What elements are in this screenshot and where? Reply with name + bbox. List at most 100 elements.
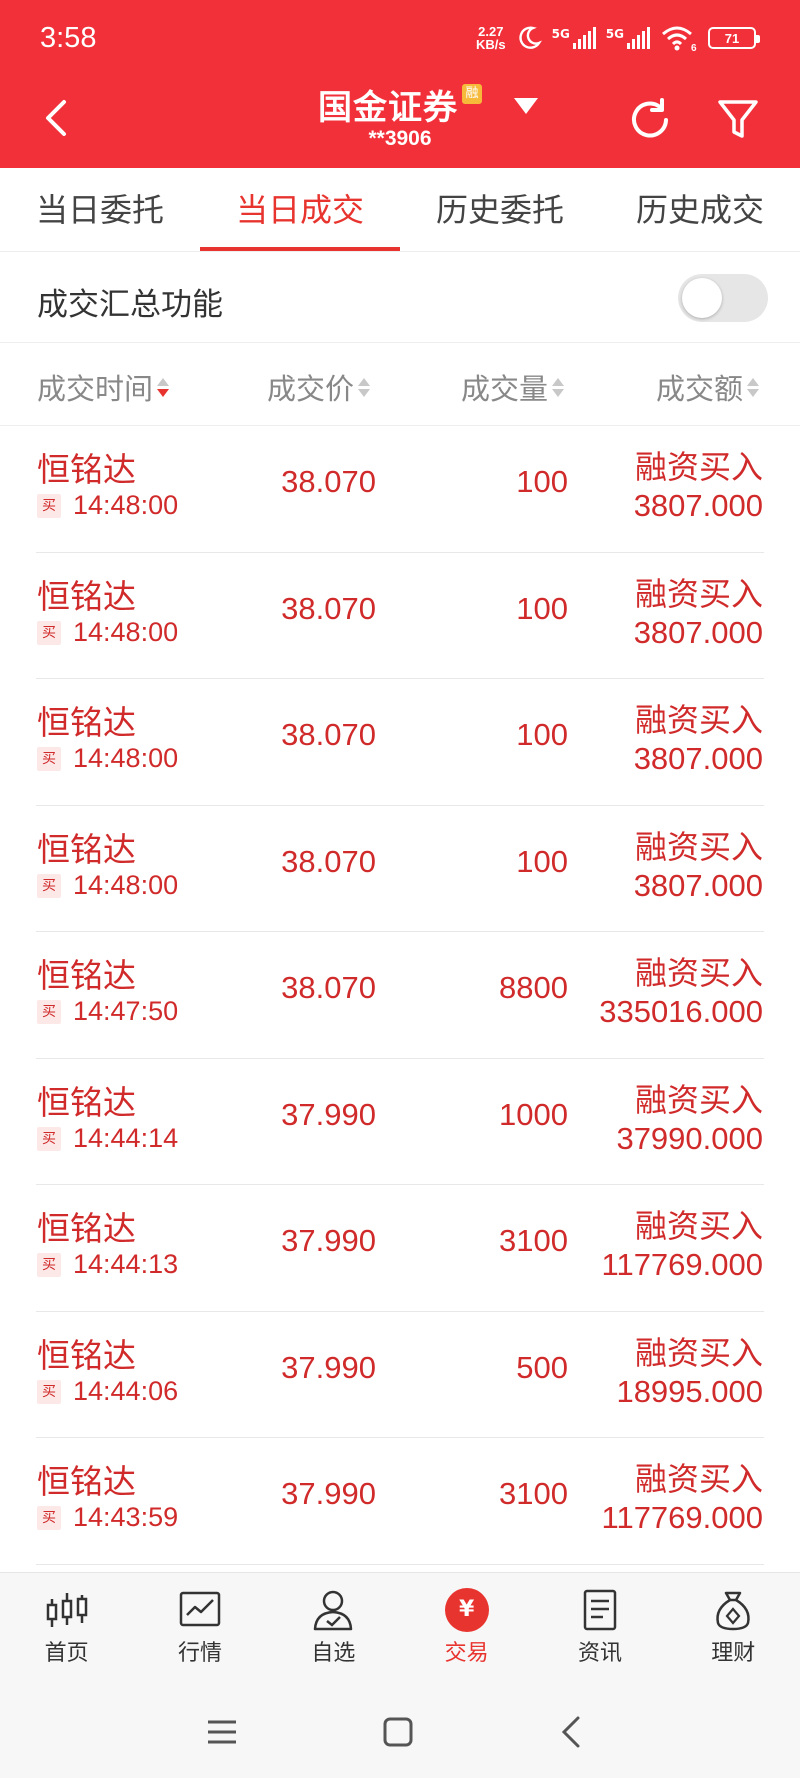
trade-amount: 3807.000: [633, 614, 763, 650]
nav-wealth[interactable]: 理财: [667, 1573, 800, 1682]
trade-type: 融资买入: [634, 574, 763, 613]
trade-qty: 100: [516, 590, 568, 626]
nav-home[interactable]: 首页: [0, 1573, 133, 1682]
trade-time: 14:43:59: [73, 1502, 179, 1532]
trade-qty: 100: [516, 843, 568, 879]
stock-name: 恒铭达: [37, 1335, 136, 1375]
stock-name: 恒铭达: [37, 450, 136, 489]
side-badge: 买: [37, 1379, 61, 1404]
trade-time: 14:44:14: [73, 1122, 179, 1153]
dropdown-caret-icon[interactable]: [514, 98, 538, 114]
col-trade-amount[interactable]: 成交额: [656, 366, 760, 408]
trade-type: 融资买入: [634, 1333, 763, 1372]
trade-time: 14:44:13: [73, 1249, 179, 1279]
trade-time: 14:48:00: [73, 869, 179, 900]
nav-trade-label: 交易: [444, 1641, 489, 1666]
table-row[interactable]: 恒铭达 买 14:44:14 37.990 1000 融资买入 37990.00…: [0, 1059, 800, 1186]
col-trade-time[interactable]: 成交时间: [37, 366, 170, 408]
trend-chart-icon: [179, 1591, 221, 1627]
refresh-icon[interactable]: [626, 96, 674, 144]
trade-type: 融资买入: [634, 448, 763, 486]
table-row[interactable]: 恒铭达 买 14:44:13 37.990 3100 融资买入 117769.0…: [0, 1185, 800, 1312]
trade-amount: 3807.000: [633, 867, 763, 903]
trade-time: 14:47:50: [73, 996, 179, 1026]
trade-type: 融资买入: [634, 701, 763, 739]
tab-bar: 当日委托 当日成交 历史委托 历史成交: [0, 168, 800, 252]
account-number: **3906: [368, 127, 432, 150]
net-speed-unit: KB/s: [475, 37, 506, 52]
sim1-label: 5G: [551, 27, 570, 41]
person-check-icon: [314, 1590, 353, 1631]
trade-price: 37.990: [281, 1476, 376, 1511]
tab-history-orders[interactable]: 历史委托: [400, 168, 600, 251]
trade-amount: 117769.000: [601, 1500, 763, 1535]
table-row[interactable]: 恒铭达 买 14:47:50 38.070 8800 融资买入 335016.0…: [0, 932, 800, 1059]
trade-type: 融资买入: [634, 1207, 763, 1245]
trade-price: 38.070: [281, 717, 376, 752]
nav-market[interactable]: 行情: [133, 1573, 266, 1682]
status-icons: 2.27 KB/s 5G 5G 6 71: [476, 24, 760, 52]
trade-type: 融资买入: [634, 1080, 763, 1119]
trade-price: 37.990: [281, 1349, 376, 1385]
table-row[interactable]: 恒铭达 买 14:43:59 37.990 3100 融资买入 117769.0…: [0, 1438, 800, 1565]
table-row[interactable]: 恒铭达 买 14:48:00 38.070 100 融资买入 3807.000: [0, 679, 800, 806]
nav-news[interactable]: 资讯: [533, 1573, 666, 1682]
bottom-nav: 首页 行情 自选 ¥ 交易 资讯 理财: [0, 1572, 800, 1682]
side-badge: 买: [37, 1000, 61, 1024]
trade-type: 融资买入: [634, 954, 763, 992]
stock-name: 恒铭达: [37, 1462, 136, 1501]
table-row[interactable]: 恒铭达 买 14:48:00 38.070 100 融资买入 3807.000: [0, 426, 800, 553]
trade-list: 恒铭达 买 14:48:00 38.070 100 融资买入 3807.000 …: [0, 426, 800, 1565]
trade-qty: 3100: [499, 1476, 568, 1511]
sort-icon: [552, 377, 565, 397]
col-trade-amount-label: 成交额: [656, 372, 744, 406]
trade-qty: 3100: [499, 1223, 568, 1258]
table-header: 成交时间 成交价 成交量 成交额: [0, 344, 800, 426]
tab-today-orders[interactable]: 当日委托: [0, 168, 200, 251]
trade-amount: 18995.000: [616, 1373, 763, 1409]
trade-time: 14:48:00: [73, 490, 179, 520]
document-icon: [583, 1589, 617, 1631]
yuan-icon: ¥: [444, 1588, 489, 1632]
nav-watchlist[interactable]: 自选: [267, 1573, 400, 1682]
nav-market-label: 行情: [177, 1641, 222, 1666]
trade-qty: 500: [516, 1349, 568, 1385]
home-square-icon[interactable]: [378, 1712, 418, 1752]
table-row[interactable]: 恒铭达 买 14:44:06 37.990 500 融资买入 18995.000: [0, 1312, 800, 1439]
net-speed: 2.27 KB/s: [476, 25, 506, 51]
side-badge: 买: [37, 1253, 61, 1277]
trade-amount: 37990.000: [616, 1120, 763, 1156]
system-back-icon[interactable]: [552, 1712, 592, 1752]
menu-icon[interactable]: [202, 1712, 242, 1752]
side-badge: 买: [37, 873, 61, 898]
trade-price: 38.070: [281, 843, 376, 879]
trade-time: 14:44:06: [73, 1375, 179, 1406]
trade-type: 融资买入: [634, 1460, 763, 1498]
signal-sim2-icon: 5G: [606, 27, 650, 49]
broker-selector[interactable]: 国金证券 融: [318, 80, 538, 129]
money-bag-icon: [716, 1591, 751, 1631]
tab-history-trades[interactable]: 历史成交: [600, 168, 800, 251]
col-trade-qty[interactable]: 成交量: [461, 366, 565, 408]
nav-news-label: 资讯: [577, 1641, 622, 1666]
header-title-block: 国金证券 融 **3906: [0, 80, 800, 151]
col-trade-price[interactable]: 成交价: [267, 366, 371, 408]
trade-qty: 8800: [499, 970, 568, 1005]
table-row[interactable]: 恒铭达 买 14:48:00 38.070 100 融资买入 3807.000: [0, 553, 800, 680]
trade-amount: 117769.000: [601, 1247, 763, 1282]
trade-qty: 100: [516, 464, 568, 499]
sim2-label: 5G: [605, 27, 624, 41]
nav-trade[interactable]: ¥ 交易: [400, 1573, 533, 1682]
stock-name: 恒铭达: [37, 956, 136, 995]
toggle-knob: [682, 278, 722, 318]
trade-price: 37.990: [281, 1096, 376, 1132]
trade-price: 38.070: [281, 464, 376, 499]
filter-icon[interactable]: [716, 96, 760, 142]
summary-toggle[interactable]: [678, 274, 768, 322]
tab-today-trades[interactable]: 当日成交: [200, 168, 400, 251]
page-title: 国金证券: [318, 88, 458, 128]
col-trade-price-label: 成交价: [267, 372, 355, 406]
signal-sim1-icon: 5G: [552, 27, 596, 49]
table-row[interactable]: 恒铭达 买 14:48:00 38.070 100 融资买入 3807.000: [0, 806, 800, 933]
moon-icon: [518, 26, 542, 49]
